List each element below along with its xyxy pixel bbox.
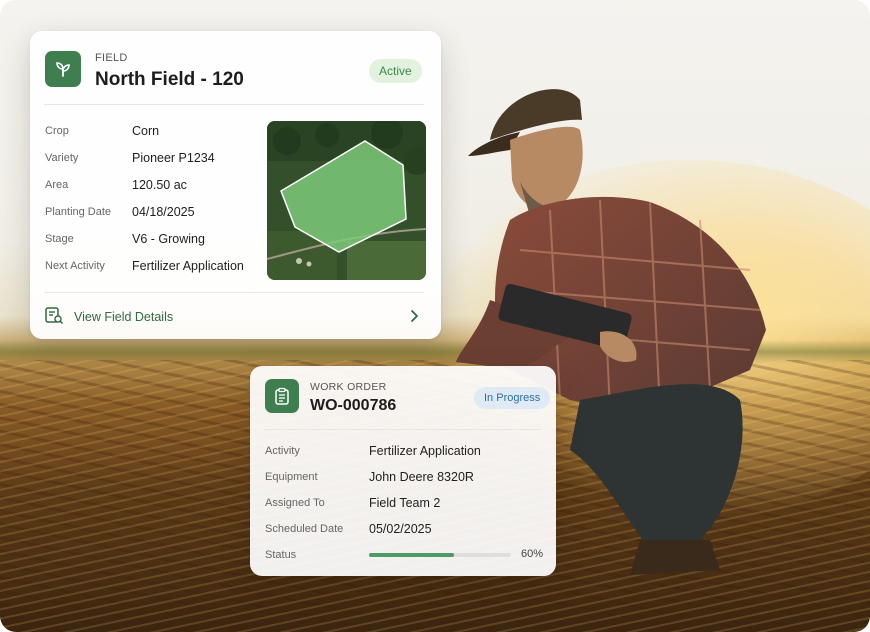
row-value: 120.50 ac	[132, 178, 187, 192]
row-value: Pioneer P1234	[132, 151, 215, 165]
work-order-title: WO-000786	[310, 397, 397, 414]
document-search-icon	[44, 305, 64, 330]
chevron-right-icon	[406, 308, 422, 329]
row-value: Field Team 2	[369, 496, 441, 510]
status-badge: Active	[369, 59, 422, 83]
row-value: John Deere 8320R	[369, 470, 474, 484]
row-value: V6 - Growing	[132, 232, 205, 246]
row-value: Fertilizer Application	[369, 444, 481, 458]
row-label: Crop	[45, 125, 69, 137]
row-label: Planting Date	[45, 206, 112, 218]
status-badge: In Progress	[474, 387, 551, 409]
work-order-eyebrow: WORK ORDER	[310, 381, 387, 393]
row-label: Stage	[45, 233, 74, 245]
progress-text: 60%	[521, 548, 544, 560]
field-title: North Field - 120	[95, 69, 244, 90]
divider	[264, 429, 542, 430]
background-scene: FIELD North Field - 120 Active Crop Corn…	[0, 0, 870, 632]
view-field-details-label: View Field Details	[74, 310, 174, 324]
row-label: Scheduled Date	[265, 523, 344, 535]
field-eyebrow: FIELD	[95, 52, 128, 64]
row-label: Next Activity	[45, 260, 105, 272]
field-card: FIELD North Field - 120 Active Crop Corn…	[30, 31, 441, 339]
row-label: Assigned To	[265, 497, 325, 509]
row-value: 05/02/2025	[369, 522, 432, 536]
row-label: Area	[45, 179, 69, 191]
row-label: Variety	[45, 152, 79, 164]
row-label: Activity	[265, 445, 300, 457]
progress-fill	[369, 553, 455, 557]
divider	[44, 292, 424, 293]
field-map-thumbnail[interactable]	[267, 121, 426, 280]
work-order-card: WORK ORDER WO-000786 In Progress Activit…	[250, 366, 556, 576]
status-label: Status	[265, 549, 297, 561]
progress-bar	[369, 553, 511, 557]
row-value: Fertilizer Application	[132, 259, 244, 273]
row-value: Corn	[132, 124, 160, 138]
sprout-icon	[45, 51, 81, 87]
view-field-details-link[interactable]: View Field Details	[44, 303, 424, 331]
row-label: Equipment	[265, 471, 318, 483]
clipboard-icon	[265, 379, 299, 413]
divider	[44, 104, 424, 105]
row-value: 04/18/2025	[132, 205, 195, 219]
